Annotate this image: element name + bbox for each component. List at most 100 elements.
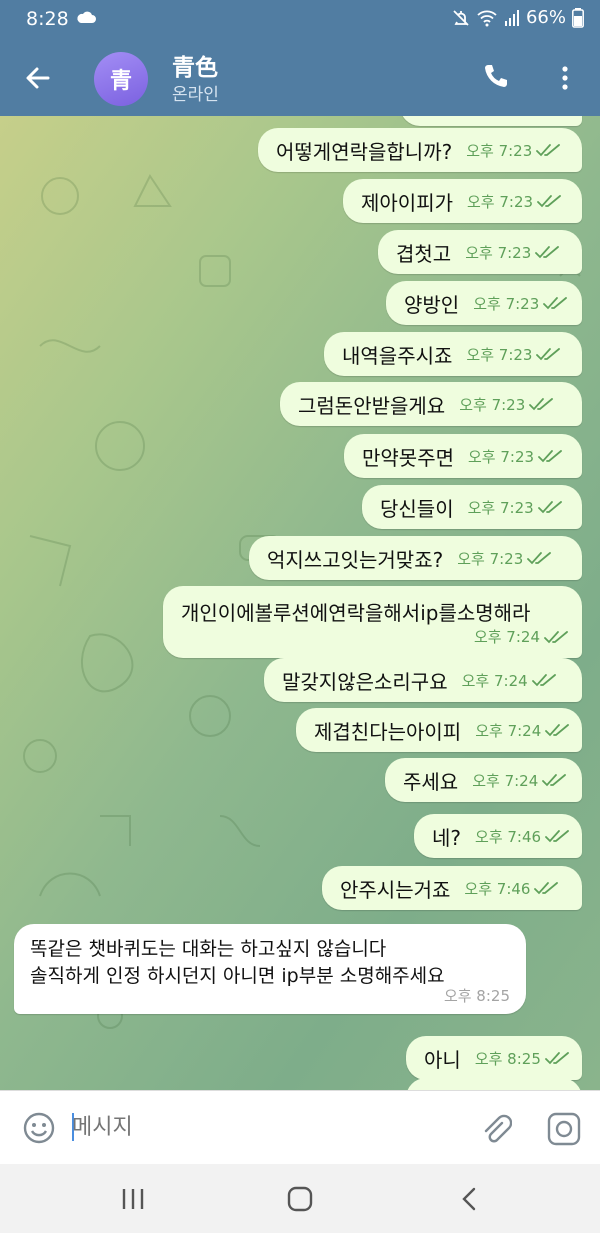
- message-time: 오후 7:23: [466, 141, 533, 160]
- system-nav-bar: [0, 1164, 600, 1233]
- recents-icon[interactable]: [118, 1186, 148, 1212]
- message-time: 오후 8:25: [474, 1049, 541, 1068]
- avatar[interactable]: 青: [94, 52, 148, 106]
- message-input-bar: [0, 1090, 600, 1164]
- double-check-icon: [527, 552, 552, 565]
- chat-header: 青 青色 온라인: [0, 38, 600, 116]
- outgoing-message[interactable]: 당신들이 오후 7:23: [362, 485, 582, 529]
- message-time: 오후 7:24: [475, 721, 542, 740]
- outgoing-message[interactable]: 제아이피가 오후 7:23: [343, 179, 582, 223]
- message-text: 그럼돈안받을게요: [298, 393, 446, 418]
- wifi-icon: [477, 10, 497, 26]
- outgoing-message[interactable]: 네? 오후 7:46: [414, 814, 582, 858]
- message-text: 억지쓰고잇는거맞죠?: [267, 547, 444, 572]
- message-text: 어떻게연락을합니까?: [276, 139, 453, 164]
- message-text: 안주시는거죠: [340, 877, 451, 902]
- message-text: 주세요: [403, 769, 459, 794]
- more-vert-icon[interactable]: [556, 62, 574, 94]
- signal-icon: [504, 9, 519, 26]
- chat-title[interactable]: 青色: [172, 48, 218, 82]
- message-text: 만약못주면: [362, 445, 454, 470]
- message-text: 제겹친다는아이피: [314, 719, 462, 744]
- outgoing-message[interactable]: 억지쓰고잇는거맞죠? 오후 7:23: [249, 536, 582, 580]
- message-meta: 오후 8:25: [475, 1048, 571, 1069]
- battery-percent: 66%: [525, 7, 566, 28]
- back-icon[interactable]: [456, 1186, 482, 1212]
- message-text: 양방인: [404, 292, 460, 317]
- outgoing-message[interactable]: 어떻게연락을합니까? 오후 7:23: [258, 128, 582, 172]
- status-bar: 8:28 66%: [0, 0, 600, 38]
- double-check-icon: [537, 501, 562, 514]
- message-time: 오후 7:24: [461, 671, 528, 690]
- message-time: 오후 7:23: [473, 294, 540, 313]
- outgoing-message[interactable]: 그럼돈안받을게요 오후 7:23: [280, 382, 582, 426]
- message-meta: 오후 7:46: [464, 878, 560, 899]
- outgoing-message[interactable]: 안주시는거죠 오후 7:46: [322, 866, 582, 910]
- message-text: 당신들이: [380, 496, 454, 521]
- double-check-icon: [542, 774, 567, 787]
- double-check-icon: [536, 144, 561, 157]
- message-meta: 오후 7:23: [459, 394, 555, 415]
- message-meta: 오후 7:46: [475, 826, 571, 847]
- message-time: 오후 7:24: [472, 771, 539, 790]
- avatar-letter: 青: [109, 69, 132, 94]
- outgoing-message[interactable]: 아니 오후 8:25: [406, 1036, 582, 1080]
- back-arrow-icon[interactable]: [22, 62, 54, 94]
- outgoing-message[interactable]: 주세요 오후 7:24: [385, 758, 582, 802]
- message-meta: 오후 7:23: [457, 548, 553, 569]
- phone-icon[interactable]: [480, 62, 510, 92]
- message-meta: 오후 7:23: [473, 293, 569, 314]
- status-icons: 66%: [452, 7, 584, 28]
- status-time: 8:28: [26, 8, 69, 30]
- incoming-line-2: 솔직하게 인정 하시던지 아니면 ip부분 소명해주세요: [30, 965, 445, 987]
- double-check-icon: [537, 195, 561, 208]
- message-text: 내역을주시죠: [342, 343, 453, 368]
- outgoing-message[interactable]: 제겹친다는아이피 오후 7:24: [296, 708, 582, 752]
- incoming-message[interactable]: 똑같은 챗바퀴도는 대화는 하고싶지 않습니다 솔직하게 인정 하시던지 아니면…: [14, 924, 526, 1014]
- double-check-icon: [531, 674, 556, 687]
- message-time: 오후 7:23: [467, 498, 534, 517]
- message-input[interactable]: [72, 1107, 452, 1147]
- emoji-icon[interactable]: [22, 1111, 56, 1145]
- home-icon[interactable]: [286, 1186, 314, 1212]
- message-meta: 오후 7:24: [462, 670, 558, 691]
- message-time: 오후 7:46: [464, 879, 531, 898]
- double-check-icon: [545, 724, 570, 737]
- message-meta: 오후 7:23: [465, 242, 561, 263]
- message-meta: 오후 7:24: [472, 770, 568, 791]
- double-check-icon: [538, 450, 562, 463]
- double-check-icon: [529, 398, 554, 411]
- message-text: 개인이에볼루션에연락을해서ip를소명해라: [181, 601, 531, 625]
- message-time: 오후 7:24: [473, 628, 540, 646]
- message-time: 오후 7:23: [465, 243, 532, 262]
- cloud-icon: [77, 11, 96, 23]
- outgoing-message[interactable]: 말갖지않은소리구요 오후 7:24: [264, 658, 582, 702]
- message-meta: 오후 7:23: [467, 191, 563, 212]
- outgoing-message-partial: [400, 116, 582, 126]
- message-time: 오후 7:23: [468, 447, 535, 466]
- outgoing-message[interactable]: 개인이에볼루션에연락을해서ip를소명해라오후 7:24: [163, 586, 582, 658]
- message-text: 네?: [432, 825, 462, 850]
- double-check-icon: [544, 630, 568, 643]
- outgoing-message[interactable]: 내역을주시죠 오후 7:23: [324, 332, 582, 376]
- message-meta: 오후 7:23: [466, 140, 562, 161]
- message-time: 오후 7:23: [466, 345, 533, 364]
- double-check-icon: [534, 882, 559, 895]
- outgoing-message-partial: [406, 1078, 582, 1090]
- message-text: 제아이피가: [361, 190, 453, 215]
- incoming-line-1: 똑같은 챗바퀴도는 대화는 하고싶지 않습니다: [30, 938, 387, 960]
- message-time: 오후 7:23: [459, 395, 526, 414]
- chat-area[interactable]: 어떻게연락을합니까? 오후 7:23 제아이피가 오후 7:23 겹첫고 오후 7:23 양…: [0, 116, 600, 1090]
- outgoing-message[interactable]: 겹첫고 오후 7:23: [378, 230, 582, 274]
- incoming-time: 오후 8:25: [443, 987, 510, 1005]
- message-text: 아니: [424, 1047, 461, 1072]
- outgoing-message[interactable]: 만약못주면 오후 7:23: [344, 434, 582, 478]
- camera-icon[interactable]: [546, 1111, 582, 1147]
- double-check-icon: [535, 246, 560, 259]
- attach-icon[interactable]: [478, 1111, 512, 1145]
- double-check-icon: [545, 830, 569, 843]
- outgoing-message[interactable]: 양방인 오후 7:23: [386, 281, 582, 325]
- message-meta: 오후 7:23: [468, 446, 564, 467]
- message-text: 말갖지않은소리구요: [282, 669, 448, 694]
- battery-icon: [572, 7, 584, 28]
